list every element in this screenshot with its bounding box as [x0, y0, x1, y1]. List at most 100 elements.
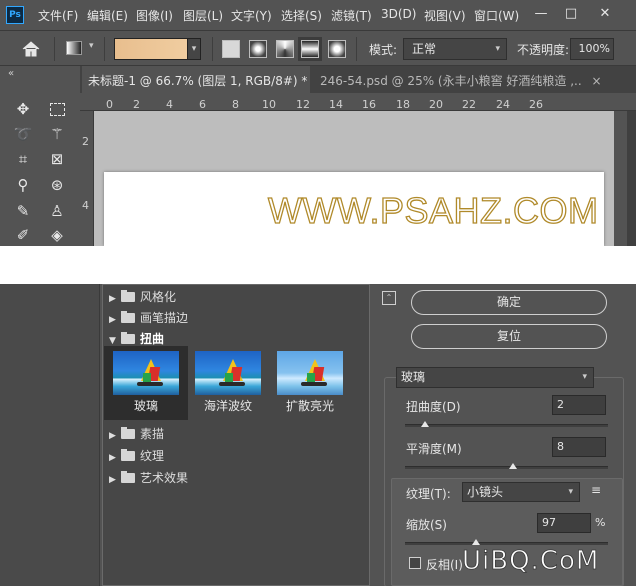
opacity-label: 不透明度: [517, 43, 570, 57]
gradient-preview-swatch[interactable] [114, 38, 188, 60]
filter-thumb-glass[interactable]: 玻璃 [113, 351, 179, 413]
ruler-tick: 18 [396, 98, 410, 111]
folder-icon [121, 449, 135, 461]
thumbnail-image [277, 351, 343, 395]
vertical-scrollbar[interactable] [627, 111, 636, 246]
smoothness-slider-track[interactable] [405, 466, 608, 469]
smoothness-slider-handle[interactable] [508, 463, 517, 469]
category-artistic[interactable]: ▶ 艺术效果 [103, 468, 351, 489]
collapse-gallery-icon[interactable]: ⌃ [382, 291, 396, 305]
angle-gradient-icon[interactable] [276, 40, 294, 58]
frame-tool-icon[interactable]: ⊠ [46, 148, 68, 170]
scale-slider-track[interactable] [405, 542, 608, 545]
filter-gallery-dialog: ▶ 风格化 ▶ 画笔描边 ▼ 扭曲 ▶ 素描 ▶ 纹理 ▶ 艺术效果 玻璃 海洋波纹 扩散亮… [0, 284, 636, 586]
ruler-tick: 24 [496, 98, 510, 111]
blend-mode-select[interactable]: 正常 ▾ [403, 38, 507, 60]
menu-image[interactable]: 图像(I) [136, 7, 173, 24]
invert-checkbox[interactable] [409, 557, 421, 569]
ruler-tick: 22 [462, 98, 476, 111]
spot-healing-tool-icon[interactable]: ⊛ [46, 174, 68, 196]
menu-filter[interactable]: 滤镜(T) [331, 7, 372, 24]
close-window-button[interactable]: ✕ [594, 4, 616, 24]
thumbnail-image [113, 351, 179, 395]
menu-type[interactable]: 文字(Y) [231, 7, 272, 24]
crop-tool-icon[interactable]: ⌗ [12, 148, 34, 170]
ok-button[interactable]: 确定 [411, 290, 607, 315]
ruler-tick: 8 [232, 98, 239, 111]
opacity-input[interactable]: 100% [570, 38, 614, 60]
distortion-label: 扭曲度(D) [406, 400, 461, 414]
vertical-ruler: 2 4 [80, 111, 94, 246]
distortion-input[interactable]: 2 [552, 395, 606, 415]
chevron-down-icon: ▾ [568, 487, 573, 497]
blend-mode-value: 正常 [412, 42, 437, 56]
category-texture[interactable]: ▶ 纹理 [103, 446, 351, 467]
menu-view[interactable]: 视图(V) [424, 7, 466, 24]
lasso-tool-icon[interactable]: ➰ [12, 123, 34, 145]
expand-arrow-icon: ▶ [109, 453, 116, 463]
ruler-tick: 6 [199, 98, 206, 111]
folder-icon [121, 290, 135, 302]
brush-tool-icon[interactable]: ✎ [12, 200, 34, 222]
radial-gradient-icon[interactable] [249, 40, 267, 58]
mode-label: 模式: [369, 43, 398, 57]
menu-select[interactable]: 选择(S) [281, 7, 322, 24]
magic-wand-tool-icon[interactable]: ⚚ [46, 123, 68, 145]
ruler-tick: 12 [296, 98, 310, 111]
smoothness-input[interactable]: 8 [552, 437, 606, 457]
site-watermark: UiBQ.CoM [462, 546, 600, 577]
diamond-gradient-icon[interactable] [328, 40, 346, 58]
reflected-gradient-icon[interactable] [298, 37, 322, 61]
distortion-slider-track[interactable] [405, 424, 608, 427]
thumbnail-label: 扩散亮光 [285, 399, 334, 413]
expand-arrow-icon: ▶ [109, 431, 116, 441]
texture-menu-icon[interactable]: ≡ [591, 483, 601, 497]
gradient-tool-preset-icon[interactable] [66, 41, 82, 55]
filter-type-select[interactable]: 玻璃 ▾ [396, 367, 594, 388]
minimize-button[interactable]: — [530, 4, 552, 24]
category-brush-strokes[interactable]: ▶ 画笔描边 [103, 308, 351, 329]
menu-bar: Ps 文件(F) 编辑(E) 图像(I) 图层(L) 文字(Y) 选择(S) 滤… [0, 0, 636, 30]
scale-slider-handle[interactable] [472, 539, 481, 545]
menu-edit[interactable]: 编辑(E) [87, 7, 128, 24]
linear-gradient-icon[interactable] [222, 40, 240, 58]
menu-3d[interactable]: 3D(D) [381, 7, 416, 21]
gradient-picker-dropdown[interactable]: ▾ [187, 38, 201, 60]
invert-label: 反相(I) [426, 558, 463, 572]
move-tool-icon[interactable]: ✥ [12, 98, 34, 120]
close-tab-icon[interactable]: × [592, 74, 602, 88]
tab-untitled-1[interactable]: 未标题-1 @ 66.7% (图层 1, RGB/8#) * × [82, 66, 310, 93]
thumbnail-label: 玻璃 [133, 399, 158, 413]
category-stylize[interactable]: ▶ 风格化 [103, 287, 351, 308]
tab-246-54-psd[interactable]: 246-54.psd @ 25% (永丰小粮窖 好酒纯粮造 ,.. × [312, 66, 636, 93]
divider [356, 37, 357, 61]
category-sketch[interactable]: ▶ 素描 [103, 424, 351, 445]
horizontal-ruler: 0 2 4 6 8 10 12 14 16 18 20 22 24 26 [80, 93, 636, 111]
ruler-tick: 16 [362, 98, 376, 111]
texture-select[interactable]: 小镜头 ▾ [462, 482, 580, 502]
filter-thumb-ocean-ripple[interactable]: 海洋波纹 [195, 351, 261, 413]
eraser-tool-icon[interactable]: ◈ [46, 224, 68, 246]
menu-layer[interactable]: 图层(L) [183, 7, 223, 24]
history-brush-tool-icon[interactable]: ✐ [12, 224, 34, 246]
folder-icon [121, 471, 135, 483]
expand-arrow-icon: ▶ [109, 315, 116, 325]
menu-window[interactable]: 窗口(W) [474, 7, 519, 24]
distortion-slider-handle[interactable] [421, 421, 430, 427]
menu-file[interactable]: 文件(F) [38, 7, 78, 24]
home-icon[interactable] [20, 39, 42, 59]
chevron-down-icon[interactable]: ▾ [89, 41, 94, 51]
ruler-tick: 2 [133, 98, 140, 111]
ruler-tick: 4 [82, 199, 89, 212]
eyedropper-tool-icon[interactable]: ⚲ [12, 174, 34, 196]
ruler-tick: 2 [82, 135, 89, 148]
filter-thumb-diffuse-glow[interactable]: 扩散亮光 [277, 351, 343, 413]
maximize-button[interactable]: □ [560, 4, 582, 24]
filter-preview-area[interactable] [0, 284, 100, 586]
scale-input[interactable]: 97 [537, 513, 591, 533]
clone-stamp-tool-icon[interactable]: ♙ [46, 200, 68, 222]
open-folder-icon [121, 332, 135, 344]
marquee-tool-icon[interactable] [46, 98, 68, 120]
reset-button[interactable]: 复位 [411, 324, 607, 349]
collapse-panel-icon[interactable]: « [8, 68, 14, 79]
